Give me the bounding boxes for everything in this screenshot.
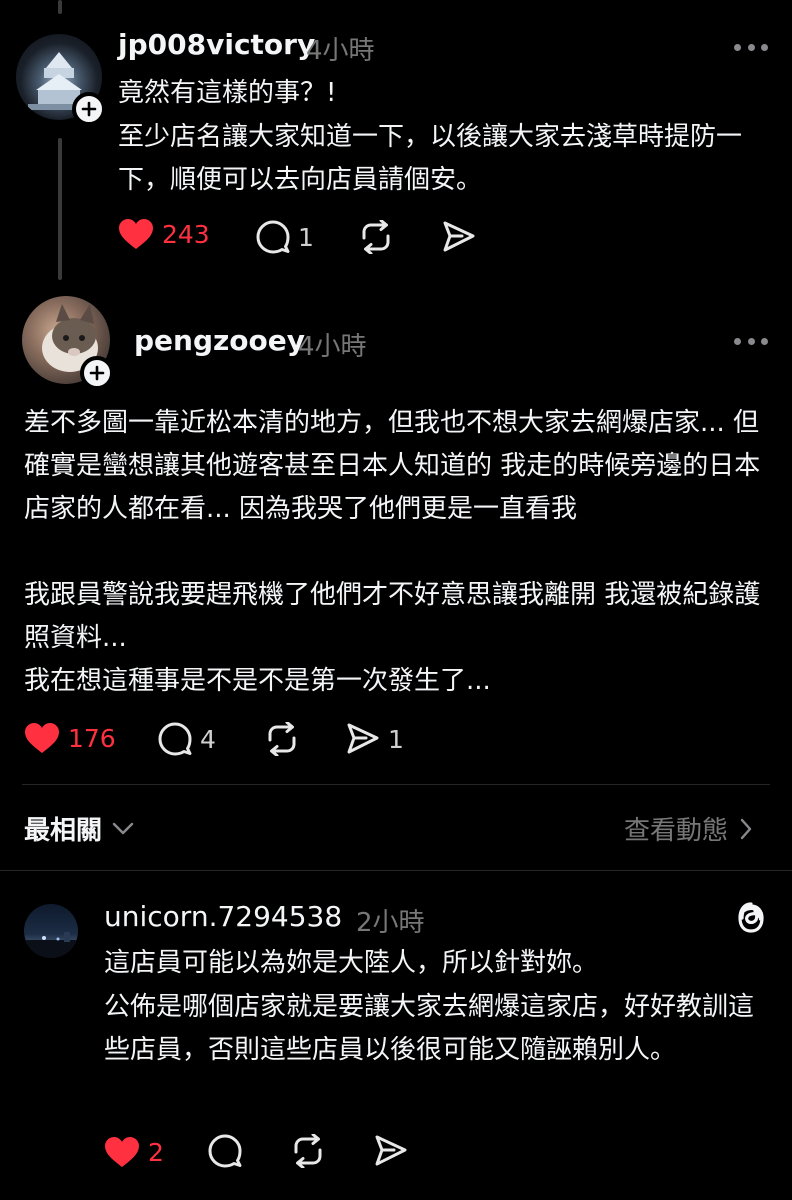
chevron-down-icon [112,822,134,834]
post-text-line: 差不多圖一靠近松本清的地方，但我也不想大家去網爆店家... 但確實是蠻想讓其他遊… [24,408,761,524]
repost-button[interactable] [290,1134,326,1168]
post-time: 4小時 [306,36,375,66]
view-activity-link[interactable]: 查看動態 [624,810,752,847]
heart-icon [119,219,153,249]
repost-button[interactable] [264,722,300,756]
reply-button[interactable] [208,1134,242,1168]
sort-label: 最相關 [24,816,103,846]
follow-plus-icon[interactable] [80,356,114,390]
repost-icon [268,722,296,756]
send-icon [375,1135,407,1166]
heart-icon [105,1137,139,1167]
like-count: 243 [162,219,210,249]
reply-count: 1 [298,222,314,252]
post-text-line: 我跟員警說我要趕飛機了他們才不好意思讓我離開 我還被紀錄護照資料... [24,580,761,653]
share-button[interactable]: 1 [346,722,404,756]
post-text-line: 竟然有這樣的事？! [118,78,337,108]
chevron-right-icon [740,818,752,839]
share-count: 1 [388,724,404,754]
post-time: 4小時 [298,332,367,362]
post-time: 2小時 [356,908,425,938]
like-button[interactable]: 2 [104,1136,164,1168]
comment-icon [158,722,192,756]
like-button[interactable]: 243 [118,218,210,250]
repost-button[interactable] [358,220,394,254]
thread-connector-top [58,0,62,14]
send-icon [443,221,475,252]
follow-plus-icon[interactable] [72,92,106,126]
sort-dropdown[interactable]: 最相關 [24,810,134,847]
username[interactable]: unicorn.7294538 [104,900,342,933]
divider [22,784,770,785]
send-icon [347,723,379,754]
post-text-line: 公佈是哪個店家就是要讓大家去網爆這家店，好好教訓這些店員，否則這些店員以後很可能… [104,992,755,1065]
like-count: 2 [148,1137,164,1167]
comment-icon [256,220,290,254]
threads-logo-icon[interactable] [734,900,768,940]
post-text-line: 至少店名讓大家知道一下，以後讓大家去淺草時提防一下，順便可以去向店員請個安。 [118,122,743,195]
view-activity-label: 查看動態 [624,816,729,846]
more-icon[interactable] [734,42,768,52]
post-text-line: 我在想這種事是不是不是第一次發生了... [24,666,491,696]
repost-icon [294,1134,322,1168]
heart-icon [25,723,59,753]
thread-connector [58,138,62,280]
avatar[interactable] [24,904,78,958]
reply-count: 4 [200,724,216,754]
share-button[interactable] [442,220,476,254]
like-button[interactable]: 176 [24,722,116,754]
username[interactable]: pengzooey [134,324,305,357]
night-city-image [24,932,78,958]
repost-icon [362,220,390,254]
username[interactable]: jp008victory [118,28,315,61]
share-button[interactable] [374,1134,408,1168]
more-icon[interactable] [734,336,768,346]
divider [0,870,792,871]
comment-icon [208,1134,242,1168]
reply-button[interactable]: 4 [158,722,216,756]
post-text-line: 這店員可能以為妳是大陸人，所以針對妳。 [104,948,599,978]
like-count: 176 [68,723,116,753]
reply-button[interactable]: 1 [256,220,314,254]
